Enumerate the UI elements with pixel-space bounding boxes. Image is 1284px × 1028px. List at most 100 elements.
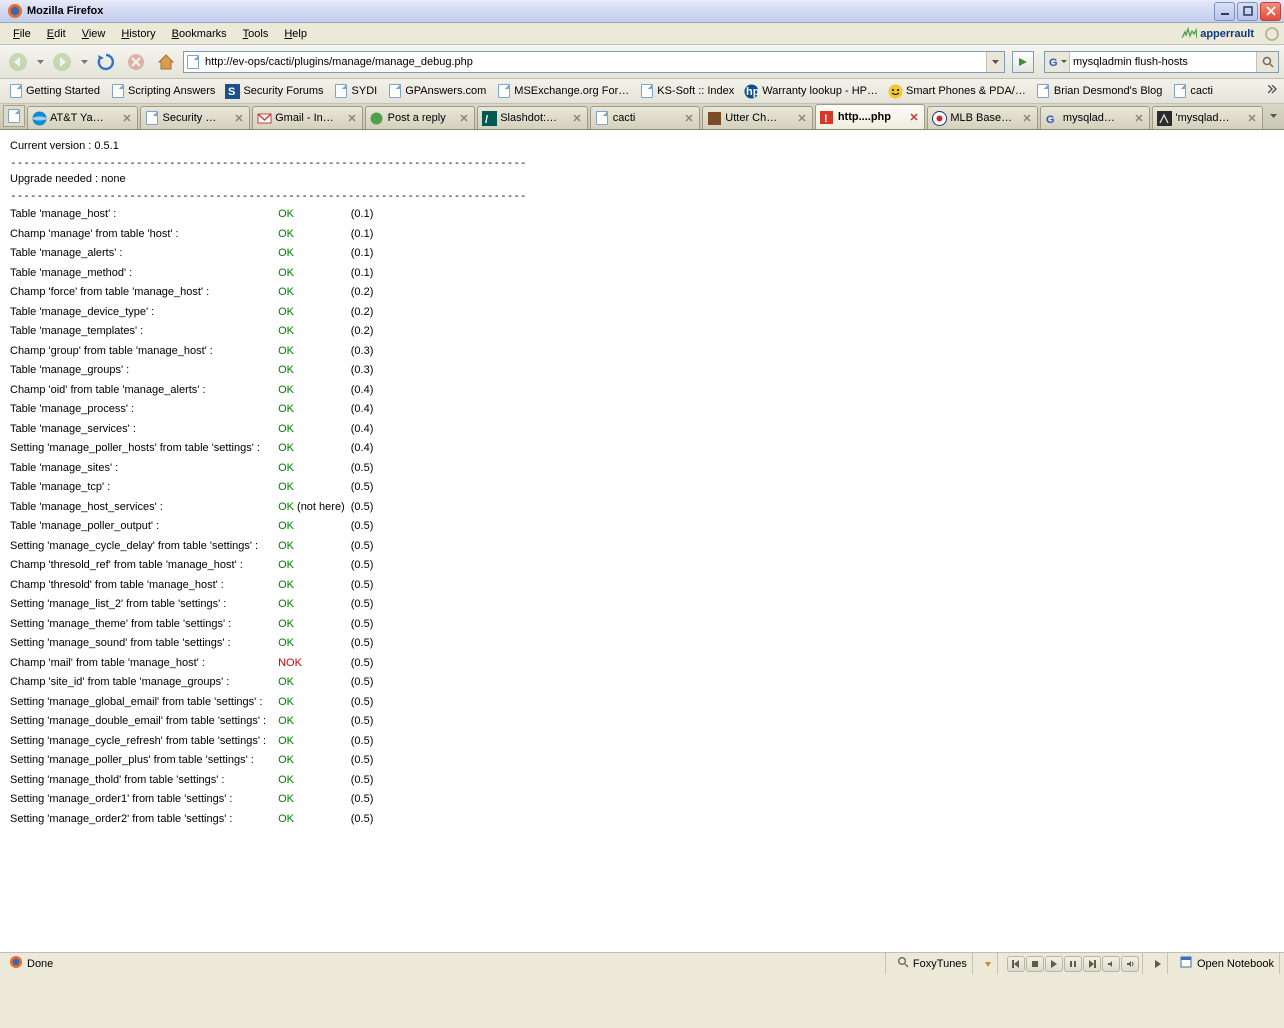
- tab[interactable]: 'mysqlad…: [1152, 106, 1263, 129]
- debug-label: Setting 'manage_sound' from table 'setti…: [10, 633, 278, 653]
- search-go-button[interactable]: [1256, 52, 1278, 72]
- debug-label: Setting 'manage_order1' from table 'sett…: [10, 789, 278, 809]
- url-bar[interactable]: [183, 51, 1005, 73]
- url-favicon-icon: [184, 55, 202, 69]
- bookmark-item[interactable]: KS-Soft :: Index: [635, 82, 738, 101]
- media-next-button[interactable]: [1083, 956, 1101, 972]
- debug-row: Champ 'manage' from table 'host' :OK(0.1…: [10, 224, 377, 244]
- back-button[interactable]: [5, 49, 31, 75]
- svg-text:hp: hp: [746, 86, 759, 98]
- bookmark-item[interactable]: Getting Started: [4, 82, 104, 101]
- media-prev-button[interactable]: [1007, 956, 1025, 972]
- tab[interactable]: /Slashdot:…: [477, 106, 588, 129]
- menu-bookmarks[interactable]: Bookmarks: [164, 26, 235, 42]
- tab[interactable]: Security …: [140, 106, 251, 129]
- url-dropdown[interactable]: [986, 52, 1004, 72]
- tab-close-button[interactable]: [907, 110, 921, 124]
- tab-close-button[interactable]: [1020, 111, 1034, 125]
- status-pane-done: Done: [4, 953, 886, 974]
- titlebar: Mozilla Firefox: [0, 0, 1284, 23]
- debug-status: OK: [278, 438, 351, 458]
- apperrault-badge[interactable]: apperrault: [1177, 26, 1259, 41]
- debug-row: Table 'manage_device_type' :OK(0.2): [10, 302, 377, 322]
- debug-version: (0.2): [351, 302, 378, 322]
- stop-button[interactable]: [123, 49, 149, 75]
- search-box[interactable]: G: [1044, 51, 1279, 73]
- debug-status: OK: [278, 731, 351, 751]
- home-button[interactable]: [153, 49, 179, 75]
- page-body[interactable]: Current version : 0.5.1 ----------------…: [0, 130, 1284, 952]
- media-play2[interactable]: [1149, 953, 1168, 974]
- bookmark-item[interactable]: MSExchange.org For…: [492, 82, 633, 101]
- menu-help[interactable]: Help: [276, 26, 315, 42]
- debug-status: OK: [278, 399, 351, 419]
- tab[interactable]: Utter Ch…: [702, 106, 813, 129]
- go-button[interactable]: [1012, 51, 1034, 73]
- bookmark-item[interactable]: Brian Desmond's Blog: [1032, 82, 1167, 101]
- media-voldown-button[interactable]: [1102, 956, 1120, 972]
- foxytunes-arrow[interactable]: [979, 953, 998, 974]
- menu-file[interactable]: File: [5, 26, 39, 42]
- bookmark-icon: [1036, 84, 1051, 99]
- url-input[interactable]: [202, 52, 986, 72]
- list-tabs-dropdown[interactable]: [1265, 105, 1281, 127]
- tab-close-button[interactable]: [120, 111, 134, 125]
- tab[interactable]: MLB Base…: [927, 106, 1038, 129]
- debug-version: (0.5): [351, 672, 378, 692]
- tab[interactable]: !http....php: [815, 104, 926, 129]
- menu-history[interactable]: History: [113, 26, 163, 42]
- tab[interactable]: cacti: [590, 106, 701, 129]
- media-play-button[interactable]: [1045, 956, 1063, 972]
- debug-version: (0.4): [351, 380, 378, 400]
- minimize-button[interactable]: [1214, 2, 1235, 21]
- menu-edit[interactable]: Edit: [39, 26, 74, 42]
- search-input[interactable]: [1070, 52, 1256, 72]
- search-engine-dropdown[interactable]: G: [1045, 52, 1070, 72]
- bookmark-item[interactable]: hpWarranty lookup - HP…: [740, 82, 882, 101]
- back-history-dropdown[interactable]: [35, 60, 45, 64]
- tab[interactable]: Post a reply: [365, 106, 476, 129]
- tab[interactable]: Gmail - In…: [252, 106, 363, 129]
- debug-row: Table 'manage_process' :OK(0.4): [10, 399, 377, 419]
- media-pause-button[interactable]: [1064, 956, 1082, 972]
- tab-close-button[interactable]: [345, 111, 359, 125]
- forward-button[interactable]: [49, 49, 75, 75]
- debug-label: Champ 'force' from table 'manage_host' :: [10, 282, 278, 302]
- debug-row: Setting 'manage_order2' from table 'sett…: [10, 809, 377, 829]
- open-notebook-pane[interactable]: Open Notebook: [1174, 953, 1280, 974]
- tab-favicon-icon: [706, 110, 722, 126]
- menu-tools[interactable]: Tools: [235, 26, 277, 42]
- new-tab-button[interactable]: [3, 105, 25, 127]
- tab-close-button[interactable]: [682, 111, 696, 125]
- tab[interactable]: AT&T Ya…: [27, 106, 138, 129]
- foxytunes-pane[interactable]: FoxyTunes: [892, 953, 973, 974]
- debug-label: Table 'manage_services' :: [10, 419, 278, 439]
- media-volup-button[interactable]: [1121, 956, 1139, 972]
- tab-close-button[interactable]: [570, 111, 584, 125]
- tab-close-button[interactable]: [1132, 111, 1146, 125]
- apperrault-label: apperrault: [1200, 28, 1254, 40]
- debug-label: Table 'manage_templates' :: [10, 321, 278, 341]
- debug-version: (0.5): [351, 614, 378, 634]
- tab-close-button[interactable]: [232, 111, 246, 125]
- debug-label: Setting 'manage_double_email' from table…: [10, 711, 278, 731]
- media-stop-button[interactable]: [1026, 956, 1044, 972]
- bookmark-overflow[interactable]: [1264, 85, 1280, 97]
- tab-close-button[interactable]: [795, 111, 809, 125]
- bookmark-item[interactable]: GPAnswers.com: [383, 82, 490, 101]
- tab-close-button[interactable]: [457, 111, 471, 125]
- tab-close-button[interactable]: [1245, 111, 1259, 125]
- bookmark-item[interactable]: SYDI: [330, 82, 382, 101]
- bookmark-item[interactable]: Smart Phones & PDA/…: [884, 82, 1030, 101]
- debug-row: Champ 'force' from table 'manage_host' :…: [10, 282, 377, 302]
- bookmark-item[interactable]: SSecurity Forums: [221, 82, 327, 101]
- tab[interactable]: Gmysqlad…: [1040, 106, 1151, 129]
- menu-view[interactable]: View: [74, 26, 114, 42]
- bookmark-item[interactable]: Scripting Answers: [106, 82, 219, 101]
- close-button[interactable]: [1260, 2, 1281, 21]
- reload-button[interactable]: [93, 49, 119, 75]
- forward-history-dropdown[interactable]: [79, 60, 89, 64]
- bookmark-item[interactable]: cacti: [1168, 82, 1217, 101]
- debug-row: Setting 'manage_thold' from table 'setti…: [10, 770, 377, 790]
- maximize-button[interactable]: [1237, 2, 1258, 21]
